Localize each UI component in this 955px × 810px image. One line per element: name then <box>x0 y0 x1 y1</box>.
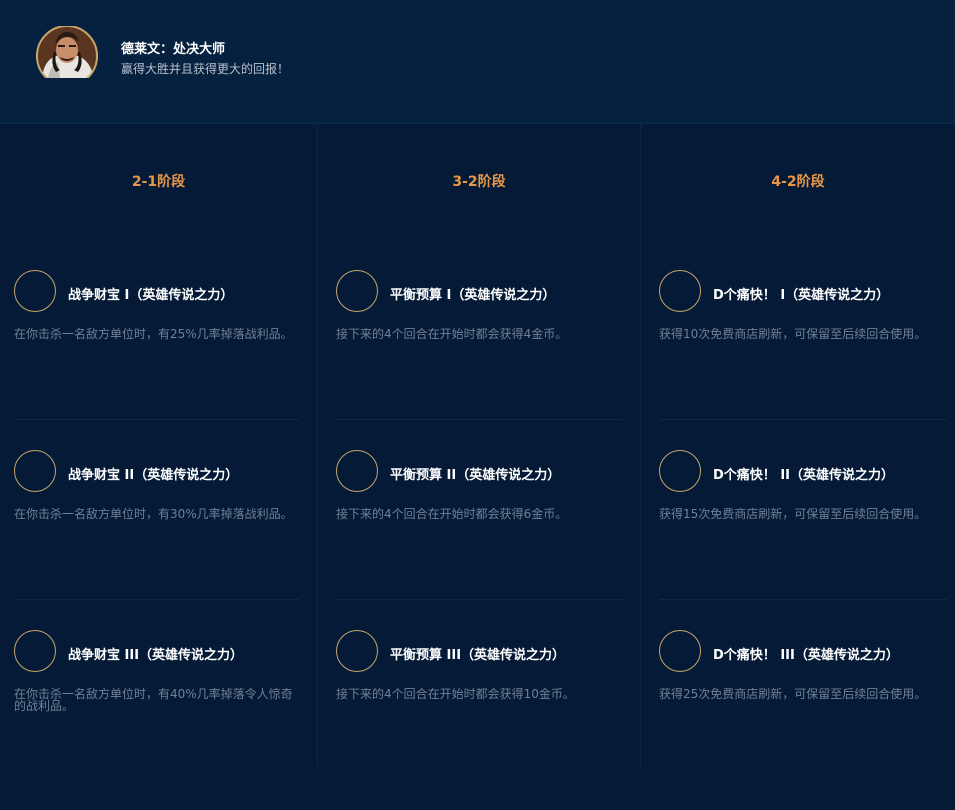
augment-slot-ring-icon <box>336 270 378 312</box>
stage-label: 4-2阶段 <box>771 174 825 190</box>
stage-label: 3-2阶段 <box>452 174 506 190</box>
augment-description: 获得15次免费商店刷新，可保留至后续回合使用。 <box>659 507 927 521</box>
augment-columns: 2-1阶段 战争财宝 I（英雄传说之力） 在你击杀一名敌方单位时，有25%几率掉… <box>0 124 955 766</box>
augment-item[interactable]: D个痛快！ I（英雄传说之力） 获得10次免费商店刷新，可保留至后续回合使用。 <box>659 270 947 450</box>
augment-description: 在你击杀一名敌方单位时，有30%几率掉落战利品。 <box>14 507 293 521</box>
row-divider <box>336 419 622 420</box>
champion-subtitle: 赢得大胜并且获得更大的回报！ <box>121 62 290 76</box>
stage-column-3-2: 3-2阶段 平衡预算 I（英雄传说之力） 接下来的4个回合在开始时都会获得4金币… <box>318 124 640 766</box>
augment-description: 获得10次免费商店刷新，可保留至后续回合使用。 <box>659 327 927 341</box>
augment-name: 战争财宝 II（英雄传说之力） <box>68 468 239 483</box>
header: 德莱文：处决大师 赢得大胜并且获得更大的回报！ <box>0 0 955 124</box>
augment-name: D个痛快！ I（英雄传说之力） <box>713 288 890 303</box>
augment-slot-ring-icon <box>14 450 56 492</box>
augment-item[interactable]: 平衡预算 II（英雄传说之力） 接下来的4个回合在开始时都会获得6金币。 <box>336 450 632 630</box>
augment-description: 获得25次免费商店刷新，可保留至后续回合使用。 <box>659 687 927 701</box>
augment-name: 战争财宝 I（英雄传说之力） <box>68 288 234 303</box>
augment-slot-ring-icon <box>336 630 378 672</box>
augment-slot-ring-icon <box>14 270 56 312</box>
augment-item[interactable]: 战争财宝 III（英雄传说之力） 在你击杀一名敌方单位时，有40%几率掉落令人惊… <box>14 630 309 810</box>
row-divider <box>659 419 947 420</box>
row-divider <box>659 599 947 600</box>
augment-slot-ring-icon <box>659 450 701 492</box>
augment-name: 平衡预算 I（英雄传说之力） <box>390 288 556 303</box>
augment-name: 平衡预算 II（英雄传说之力） <box>390 468 561 483</box>
augment-item[interactable]: D个痛快！ III（英雄传说之力） 获得25次免费商店刷新，可保留至后续回合使用… <box>659 630 947 810</box>
augment-name: D个痛快！ II（英雄传说之力） <box>713 468 894 483</box>
augment-item[interactable]: 战争财宝 I（英雄传说之力） 在你击杀一名敌方单位时，有25%几率掉落战利品。 <box>14 270 309 450</box>
augment-item[interactable]: D个痛快！ II（英雄传说之力） 获得15次免费商店刷新，可保留至后续回合使用。 <box>659 450 947 630</box>
row-divider <box>336 599 622 600</box>
augment-item[interactable]: 平衡预算 III（英雄传说之力） 接下来的4个回合在开始时都会获得10金币。 <box>336 630 632 810</box>
augment-name: 平衡预算 III（英雄传说之力） <box>390 648 566 663</box>
row-divider <box>14 419 299 420</box>
augment-description: 接下来的4个回合在开始时都会获得6金币。 <box>336 507 568 521</box>
augment-item[interactable]: 平衡预算 I（英雄传说之力） 接下来的4个回合在开始时都会获得4金币。 <box>336 270 632 450</box>
augment-description: 接下来的4个回合在开始时都会获得10金币。 <box>336 687 575 701</box>
stage-label: 2-1阶段 <box>131 174 186 190</box>
stage-column-2-1: 2-1阶段 战争财宝 I（英雄传说之力） 在你击杀一名敌方单位时，有25%几率掉… <box>0 124 317 766</box>
augment-slot-ring-icon <box>659 270 701 312</box>
augment-item[interactable]: 战争财宝 II（英雄传说之力） 在你击杀一名敌方单位时，有30%几率掉落战利品。 <box>14 450 309 630</box>
draven-avatar-icon <box>34 25 100 87</box>
stage-column-4-2: 4-2阶段 D个痛快！ I（英雄传说之力） 获得10次免费商店刷新，可保留至后续… <box>641 124 955 766</box>
augment-slot-ring-icon <box>336 450 378 492</box>
augment-slot-ring-icon <box>14 630 56 672</box>
augment-description: 接下来的4个回合在开始时都会获得4金币。 <box>336 327 568 341</box>
augment-description: 在你击杀一名敌方单位时，有40%几率掉落令人惊奇的战利品。 <box>14 687 293 713</box>
augment-description: 在你击杀一名敌方单位时，有25%几率掉落战利品。 <box>14 327 293 341</box>
augment-name: 战争财宝 III（英雄传说之力） <box>68 648 244 663</box>
augment-name: D个痛快！ III（英雄传说之力） <box>713 648 899 663</box>
augment-slot-ring-icon <box>659 630 701 672</box>
row-divider <box>14 599 299 600</box>
champion-title: 德莱文：处决大师 <box>121 42 226 57</box>
